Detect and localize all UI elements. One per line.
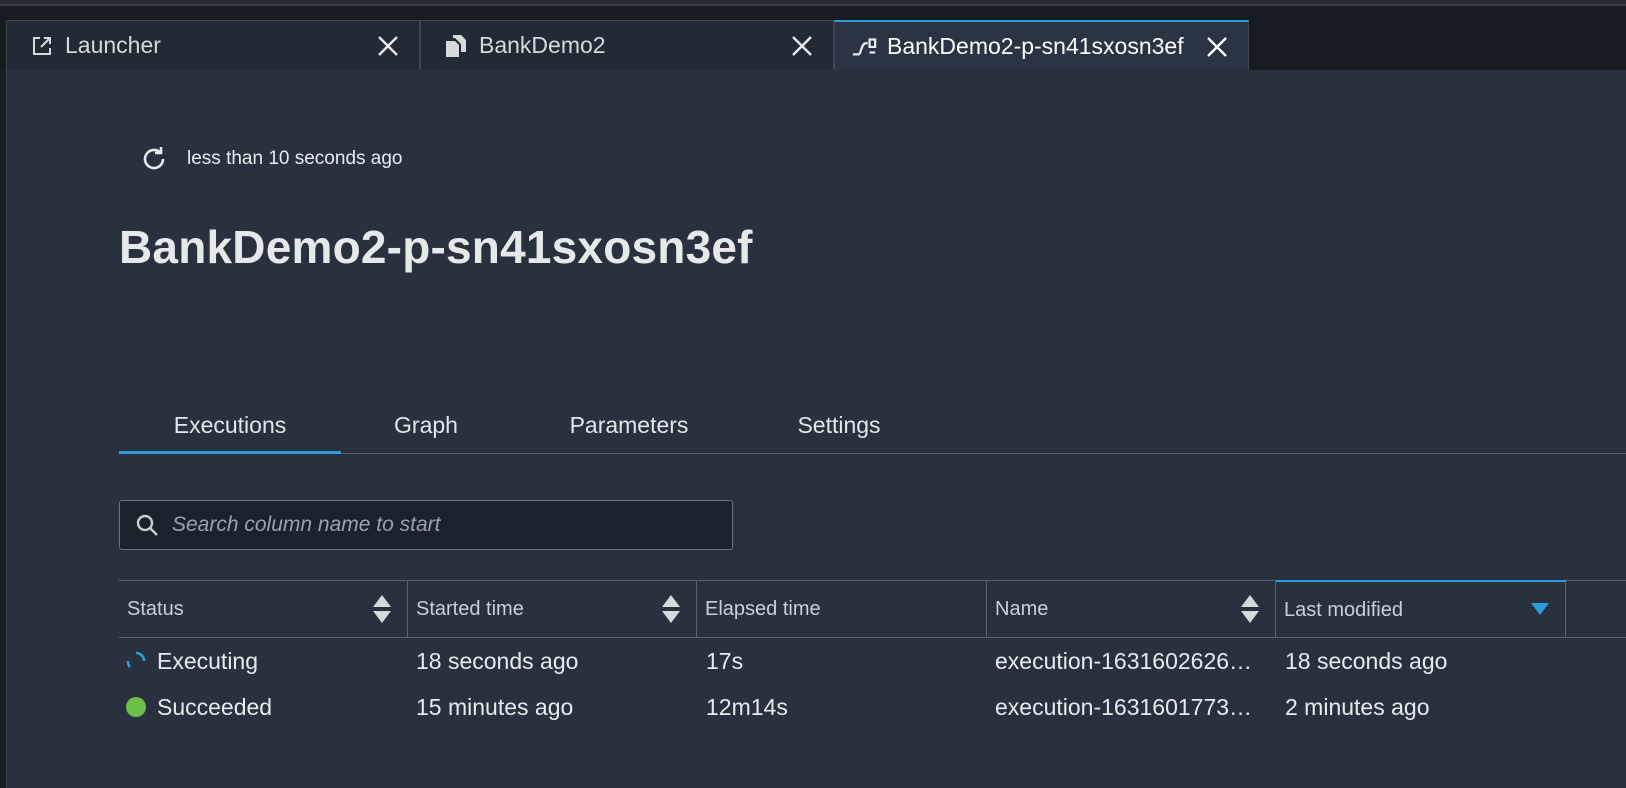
status-cell: Executing (125, 638, 405, 684)
close-icon[interactable] (375, 33, 401, 59)
executions-table: Status Started time Elapsed time Name La… (119, 580, 1626, 730)
success-dot-icon (125, 696, 147, 718)
tab-bankdemo2[interactable]: BankDemo2 (420, 20, 834, 70)
search-box (119, 500, 733, 550)
tab-pipeline-label: BankDemo2-p-sn41sxosn3ef (887, 32, 1184, 59)
column-header-status[interactable]: Status (119, 581, 408, 637)
column-header-name[interactable]: Name (987, 581, 1276, 637)
started-cell: 18 seconds ago (416, 647, 579, 674)
files-icon (443, 33, 469, 59)
refresh-bar: less than 10 seconds ago (139, 144, 403, 174)
tab-graph[interactable]: Graph (341, 410, 511, 453)
close-icon[interactable] (1204, 34, 1230, 60)
spinner-icon (125, 650, 147, 672)
status-cell: Succeeded (125, 684, 405, 730)
column-header-started-time[interactable]: Started time (408, 581, 697, 637)
elapsed-cell: 17s (706, 647, 744, 674)
search-input[interactable] (172, 513, 712, 537)
column-divider[interactable] (1565, 582, 1566, 638)
started-cell: 15 minutes ago (416, 693, 574, 720)
refresh-icon[interactable] (139, 144, 169, 174)
sort-icon[interactable] (372, 594, 392, 624)
table-header: Status Started time Elapsed time Name La… (119, 580, 1626, 638)
tab-pipeline[interactable]: BankDemo2-p-sn41sxosn3ef (834, 20, 1249, 70)
main-panel: less than 10 seconds ago BankDemo2-p-sn4… (6, 70, 1626, 788)
tab-launcher[interactable]: Launcher (6, 20, 420, 70)
column-header-elapsed-time[interactable]: Elapsed time (697, 581, 987, 637)
table-row[interactable]: Succeeded 15 minutes ago 12m14s executio… (119, 684, 1626, 730)
window-top-border (0, 0, 1626, 6)
name-cell[interactable]: execution-1631601773… (995, 684, 1271, 730)
close-icon[interactable] (789, 33, 815, 59)
pipeline-icon (851, 33, 877, 59)
elapsed-cell: 12m14s (706, 693, 788, 720)
column-header-last-modified[interactable]: Last modified (1276, 580, 1566, 638)
sort-icon[interactable] (661, 594, 681, 624)
search-icon (134, 512, 160, 538)
page-title: BankDemo2-p-sn41sxosn3ef (119, 221, 753, 273)
modified-cell: 2 minutes ago (1285, 693, 1430, 720)
nav-tabs: Executions Graph Parameters Settings (119, 410, 1626, 454)
modified-cell: 18 seconds ago (1285, 647, 1448, 674)
tab-settings[interactable]: Settings (739, 410, 939, 453)
tab-bankdemo2-label: BankDemo2 (479, 32, 606, 58)
table-row[interactable]: Executing 18 seconds ago 17s execution-1… (119, 638, 1626, 684)
tab-launcher-label: Launcher (65, 32, 161, 58)
tab-bar: Launcher BankDemo2 BankDemo2-p-sn41sxosn… (0, 8, 1626, 70)
external-link-icon (29, 33, 55, 59)
sort-icon[interactable] (1240, 594, 1260, 624)
name-cell[interactable]: execution-1631602626… (995, 638, 1271, 684)
tab-parameters[interactable]: Parameters (519, 410, 739, 453)
sort-descending-icon[interactable] (1530, 600, 1550, 630)
tab-executions[interactable]: Executions (119, 410, 341, 454)
last-refreshed-text: less than 10 seconds ago (187, 148, 403, 169)
